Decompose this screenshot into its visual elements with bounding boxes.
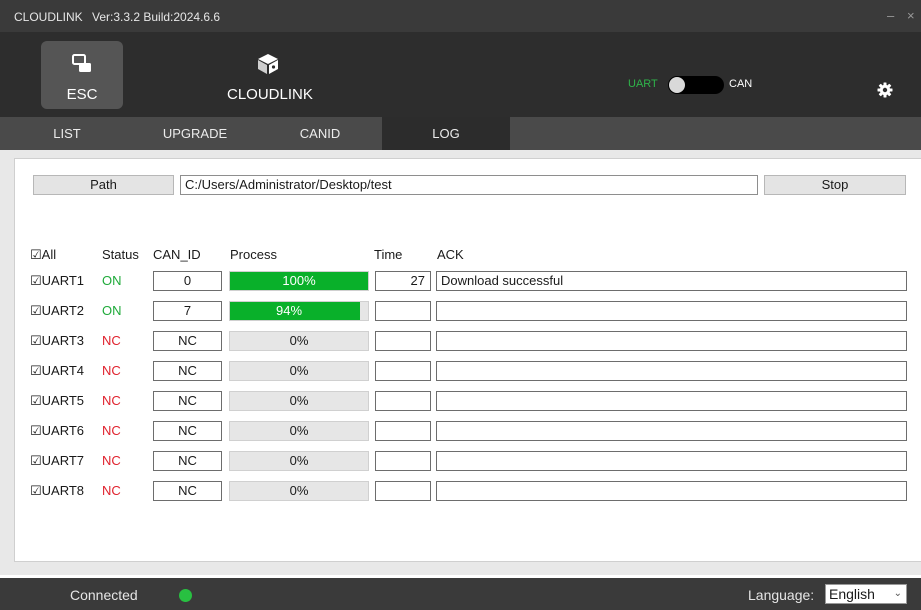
progress-bar: 0% — [229, 421, 369, 441]
status-value: NC — [102, 483, 121, 498]
tab-bar: LIST UPGRADE CANID LOG — [0, 117, 921, 150]
title-bar: CLOUDLINK Ver:3.3.2 Build:2024.6.6 – × — [0, 0, 921, 32]
can-label: CAN — [729, 78, 753, 90]
ack-field — [436, 301, 907, 321]
time-field — [375, 361, 431, 381]
esc-mode-label: ESC — [66, 86, 98, 103]
status-value: NC — [102, 393, 121, 408]
status-value: NC — [102, 333, 121, 348]
time-field — [375, 391, 431, 411]
canid-field[interactable]: NC — [153, 451, 222, 471]
tab-list[interactable]: LIST — [3, 117, 131, 150]
progress-bar: 100% — [229, 271, 369, 291]
toggle-knob — [669, 77, 685, 93]
mode-toolbar: ESC CLOUDLINK UART CAN — [0, 32, 921, 117]
status-value: ON — [102, 273, 122, 288]
uart-row-checkbox[interactable]: ☑UART2 — [30, 303, 84, 319]
log-content — [14, 158, 921, 562]
uart-row-checkbox[interactable]: ☑UART5 — [30, 393, 84, 409]
uart-label: UART — [628, 78, 658, 90]
gear-icon[interactable] — [877, 82, 893, 98]
uart-row-checkbox[interactable]: ☑UART1 — [30, 273, 84, 289]
uart-row-checkbox[interactable]: ☑UART8 — [30, 483, 84, 499]
connection-indicator — [179, 589, 192, 602]
canid-header: CAN_ID — [153, 247, 201, 262]
time-field — [375, 421, 431, 441]
progress-text: 0% — [289, 483, 309, 498]
time-field — [375, 481, 431, 501]
version-info: Ver:3.3.2 Build:2024.6.6 — [92, 10, 221, 24]
language-label: Language: — [748, 587, 815, 603]
status-value: NC — [102, 423, 121, 438]
path-input[interactable]: C:/Users/Administrator/Desktop/test — [180, 175, 758, 195]
ack-field — [436, 391, 907, 411]
ack-field — [436, 331, 907, 351]
path-button[interactable]: Path — [33, 175, 174, 195]
canid-field[interactable]: NC — [153, 331, 222, 351]
progress-bar: 0% — [229, 481, 369, 501]
status-bar: Connected Language: English ⌄ — [0, 578, 921, 610]
progress-text: 100% — [282, 273, 316, 288]
status-value: NC — [102, 453, 121, 468]
ack-field — [436, 421, 907, 441]
canid-field[interactable]: 0 — [153, 271, 222, 291]
tab-log[interactable]: LOG — [382, 117, 510, 150]
language-value: English — [829, 586, 875, 602]
progress-text: 0% — [289, 363, 309, 378]
chevron-down-icon: ⌄ — [893, 588, 902, 599]
stop-button[interactable]: Stop — [764, 175, 906, 195]
tab-upgrade[interactable]: UPGRADE — [131, 117, 259, 150]
uart-row-checkbox[interactable]: ☑UART3 — [30, 333, 84, 349]
cloudlink-mode-label: CLOUDLINK — [227, 86, 313, 103]
canid-field[interactable]: NC — [153, 361, 222, 381]
time-field — [375, 451, 431, 471]
canid-field[interactable]: NC — [153, 391, 222, 411]
status-value: ON — [102, 303, 122, 318]
language-select[interactable]: English ⌄ — [825, 584, 907, 604]
time-field: 27 — [375, 271, 431, 291]
canid-field[interactable]: NC — [153, 481, 222, 501]
uart-can-toggle[interactable] — [668, 76, 724, 94]
select-all-checkbox[interactable]: ☑All — [30, 247, 56, 263]
process-header: Process — [230, 247, 277, 262]
esc-mode-button[interactable]: ESC — [41, 41, 123, 109]
cloudlink-mode-button[interactable]: CLOUDLINK — [227, 41, 313, 109]
progress-bar: 94% — [229, 301, 369, 321]
cloudlink-box-icon — [258, 54, 278, 74]
time-field — [375, 301, 431, 321]
minimize-button[interactable]: – — [887, 8, 894, 23]
close-button[interactable]: × — [907, 8, 915, 23]
progress-bar: 0% — [229, 391, 369, 411]
tab-canid[interactable]: CANID — [256, 117, 384, 150]
canid-field[interactable]: 7 — [153, 301, 222, 321]
ack-header: ACK — [437, 247, 464, 262]
progress-text: 0% — [289, 393, 309, 408]
progress-text: 94% — [275, 303, 303, 318]
progress-text: 0% — [289, 453, 309, 468]
uart-row-checkbox[interactable]: ☑UART6 — [30, 423, 84, 439]
progress-text: 0% — [289, 333, 309, 348]
uart-row-checkbox[interactable]: ☑UART7 — [30, 453, 84, 469]
time-header: Time — [374, 247, 403, 262]
progress-text: 0% — [289, 423, 309, 438]
time-field — [375, 331, 431, 351]
status-value: NC — [102, 363, 121, 378]
ack-field — [436, 481, 907, 501]
canid-field[interactable]: NC — [153, 421, 222, 441]
progress-bar: 0% — [229, 361, 369, 381]
app-title: CLOUDLINK — [14, 10, 83, 24]
status-header: Status — [102, 247, 139, 262]
esc-layers-icon — [72, 54, 91, 72]
ack-field — [436, 451, 907, 471]
ack-field — [436, 361, 907, 381]
progress-bar: 0% — [229, 451, 369, 471]
ack-field: Download successful — [436, 271, 907, 291]
progress-bar: 0% — [229, 331, 369, 351]
uart-row-checkbox[interactable]: ☑UART4 — [30, 363, 84, 379]
connection-status: Connected — [70, 587, 138, 603]
